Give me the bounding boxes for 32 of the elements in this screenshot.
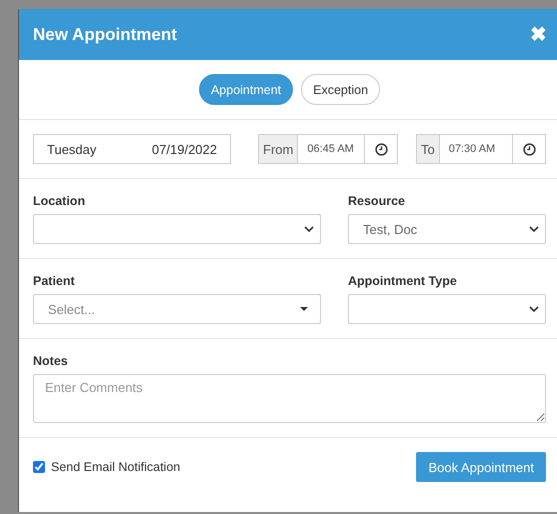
- tab[interactable]: Appointment: [198, 74, 294, 105]
- date-text: 07/19/2022: [152, 142, 217, 156]
- dropdown-field[interactable]: [348, 294, 546, 324]
- chevron-down-icon: [529, 306, 539, 312]
- clock-button[interactable]: [364, 134, 398, 164]
- clock-icon: [374, 142, 388, 156]
- field-label: Location: [33, 194, 86, 208]
- book-appointment-button[interactable]: Book Appointment: [416, 452, 546, 482]
- time-label: From: [258, 134, 298, 164]
- tab[interactable]: Exception: [301, 74, 380, 105]
- date-field[interactable]: Tuesday 07/19/2022: [33, 134, 231, 164]
- dropdown-field[interactable]: Select...: [33, 294, 321, 324]
- time-field[interactable]: 07:30 AM: [440, 134, 512, 164]
- dropdown-field[interactable]: Test, Doc: [348, 214, 546, 244]
- field-label: Notes: [33, 354, 69, 368]
- caret-down-icon: [300, 306, 308, 312]
- time-field[interactable]: 06:45 AM: [298, 134, 364, 164]
- field-label: Patient: [33, 274, 76, 288]
- checkbox-label: Send Email Notification: [51, 460, 180, 474]
- notes-field[interactable]: Enter Comments: [33, 374, 546, 423]
- dialog-title: New Appointment: [33, 24, 177, 44]
- chevron-down-icon: [304, 226, 314, 232]
- day-text: Tuesday: [47, 142, 96, 156]
- checkbox[interactable]: [33, 461, 45, 473]
- field-label: Appointment Type: [348, 274, 458, 288]
- clock-button[interactable]: [512, 134, 546, 164]
- chevron-down-icon: [529, 226, 539, 232]
- dropdown-field[interactable]: [33, 214, 321, 244]
- close-button[interactable]: ✖: [530, 22, 547, 47]
- time-label: To: [416, 134, 440, 164]
- field-label: Resource: [348, 194, 406, 208]
- clock-icon: [522, 142, 536, 156]
